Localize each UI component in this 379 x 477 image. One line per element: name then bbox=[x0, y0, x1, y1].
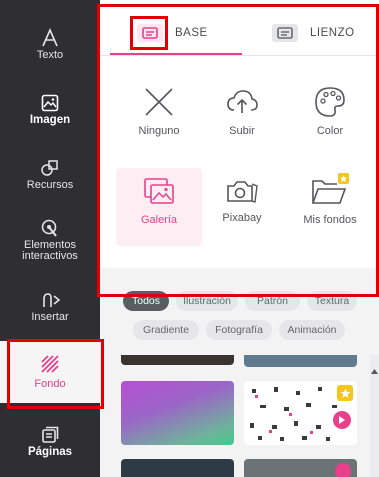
background-thumbnail[interactable] bbox=[121, 355, 234, 365]
sidebar-item-label: Elementos interactivos bbox=[22, 239, 78, 262]
tab-base[interactable]: BASE bbox=[137, 10, 208, 55]
background-thumbnail[interactable] bbox=[121, 381, 234, 445]
option-gallery[interactable]: Galería bbox=[116, 168, 202, 246]
sidebar-item-pages[interactable]: Páginas bbox=[0, 425, 100, 458]
sidebar-item-image[interactable]: Imagen bbox=[0, 93, 100, 126]
canvas-icon bbox=[272, 23, 298, 42]
sidebar-item-label: Insertar bbox=[31, 311, 69, 323]
tab-bar: BASE LIENZO bbox=[100, 10, 379, 56]
sidebar-item-label: Fondo bbox=[34, 378, 66, 390]
filter-chip-photography[interactable]: Fotografía bbox=[206, 320, 272, 340]
image-icon bbox=[41, 94, 59, 112]
insert-icon bbox=[43, 293, 61, 307]
active-tab-indicator bbox=[110, 53, 242, 55]
sidebar-item-background[interactable]: Fondo bbox=[0, 341, 100, 403]
option-my-backgrounds[interactable]: Mis fondos bbox=[287, 170, 373, 246]
sidebar-item-text[interactable]: Texto bbox=[0, 28, 100, 61]
background-thumbnail[interactable] bbox=[244, 381, 357, 445]
option-label: Color bbox=[316, 125, 344, 137]
filter-chip-animation[interactable]: Animación bbox=[279, 320, 345, 340]
scroll-up-icon bbox=[371, 369, 378, 374]
animated-badge-icon bbox=[333, 411, 351, 429]
option-label: Pixabay bbox=[222, 212, 262, 224]
filter-chip-texture[interactable]: Textura bbox=[307, 291, 357, 311]
background-thumbnail[interactable] bbox=[121, 459, 234, 477]
background-thumbnail[interactable] bbox=[244, 355, 357, 367]
palette-icon bbox=[315, 87, 345, 117]
tab-canvas[interactable]: LIENZO bbox=[272, 10, 355, 55]
sidebar-item-label: Imagen bbox=[29, 114, 71, 126]
filter-chip-all[interactable]: Todos bbox=[123, 291, 169, 311]
sidebar-item-label: Recursos bbox=[26, 179, 74, 191]
tab-label: BASE bbox=[175, 26, 208, 39]
upload-cloud-icon bbox=[227, 90, 258, 113]
background-thumbnail[interactable] bbox=[244, 459, 357, 477]
option-label: Mis fondos bbox=[303, 214, 357, 226]
base-icon bbox=[137, 23, 163, 42]
option-label: Subir bbox=[229, 125, 255, 137]
animated-badge-icon bbox=[335, 463, 351, 477]
option-label: Ninguno bbox=[138, 125, 180, 137]
filter-chip-illustration[interactable]: Ilustración bbox=[176, 291, 238, 311]
camera-icon bbox=[227, 181, 258, 203]
option-color[interactable]: Color bbox=[287, 85, 373, 155]
sidebar-item-label: Páginas bbox=[27, 446, 73, 458]
sidebar-item-label: Texto bbox=[36, 49, 64, 61]
sidebar-item-interactive[interactable]: Elementos interactivos bbox=[0, 218, 100, 262]
sidebar-item-insert[interactable]: Insertar bbox=[0, 290, 100, 323]
text-icon bbox=[42, 28, 58, 47]
filter-chip-pattern[interactable]: Patrón bbox=[245, 291, 300, 311]
scrollbar[interactable] bbox=[370, 355, 379, 477]
premium-star-icon bbox=[337, 385, 353, 401]
option-upload[interactable]: Subir bbox=[199, 85, 285, 155]
option-none[interactable]: Ninguno bbox=[116, 85, 202, 155]
resources-icon bbox=[41, 160, 58, 176]
close-icon bbox=[145, 88, 173, 116]
background-panel: BASE LIENZO Ninguno Subir Color Galería … bbox=[100, 0, 379, 477]
option-pixabay[interactable]: Pixabay bbox=[199, 170, 285, 246]
option-label: Galería bbox=[140, 214, 178, 226]
filter-chip-gradient[interactable]: Gradiente bbox=[133, 320, 199, 340]
sidebar: Texto Imagen Recursos Elementos interact… bbox=[0, 0, 100, 477]
background-icon bbox=[41, 355, 59, 373]
interactive-icon bbox=[41, 219, 57, 237]
folder-star-icon bbox=[311, 173, 349, 204]
sidebar-item-resources[interactable]: Recursos bbox=[0, 158, 100, 191]
tab-label: LIENZO bbox=[310, 26, 355, 39]
dropdown-caret bbox=[234, 256, 258, 268]
gallery-icon bbox=[144, 178, 174, 204]
pages-icon bbox=[42, 426, 59, 443]
